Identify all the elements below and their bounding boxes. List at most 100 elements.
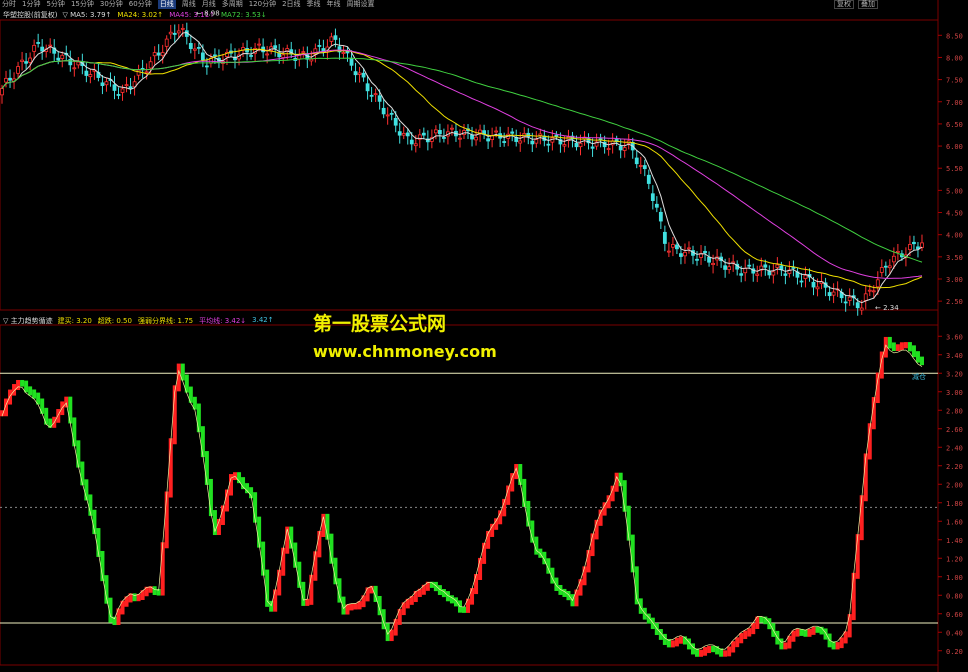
osc-bar [699, 649, 704, 657]
sub-tick-label: 2.00 [946, 481, 963, 489]
candle-body [723, 265, 728, 270]
osc-bar [273, 589, 278, 612]
osc-bar [574, 589, 579, 607]
osc-bar [449, 595, 454, 604]
osc-bar [839, 637, 844, 649]
candle-body [321, 48, 326, 52]
candle-body [775, 264, 780, 268]
candle-body [763, 264, 768, 268]
candle-body [646, 174, 651, 184]
osc-bar [413, 590, 418, 603]
candle-body [442, 137, 446, 139]
osc-bar [747, 628, 752, 637]
sub-tick-label: 1.80 [946, 500, 963, 508]
osc-bar [859, 495, 864, 541]
sub-tick-label: 3.00 [946, 389, 963, 397]
osc-bar [285, 526, 290, 554]
candle-body [60, 54, 65, 59]
osc-bar [847, 614, 852, 638]
candle-body [76, 61, 81, 66]
candle-body [24, 61, 29, 64]
osc-bar [803, 629, 808, 637]
watermark-title: 第一股票公式网 [313, 313, 447, 335]
osc-bar [566, 590, 571, 601]
chart-canvas[interactable]: 8.50 8.00 7.50 7.00 6.50 6.00 5.50 5.00 4.50 4.00… [0, 0, 968, 672]
candle-body [827, 292, 832, 297]
candle-body [0, 88, 4, 96]
sub-tick-label: 2.20 [946, 463, 963, 471]
candle-body [530, 140, 535, 145]
osc-bar [470, 588, 475, 605]
osc-bar [462, 606, 466, 613]
osc-bar [277, 569, 282, 596]
osc-bar [494, 518, 499, 530]
osc-bar [466, 598, 471, 613]
candle-body [196, 46, 201, 49]
candle-body [578, 142, 583, 148]
candle-body [727, 266, 732, 271]
osc-bar [305, 598, 310, 606]
candle-body [365, 83, 370, 92]
candle-body [867, 289, 872, 292]
osc-bar [731, 641, 736, 653]
candle-body [470, 134, 474, 140]
osc-bar [64, 396, 69, 408]
candle-body [84, 70, 89, 76]
osc-bar [196, 403, 201, 433]
sub-tick-label: 1.40 [946, 537, 963, 545]
price-tick-label: 6.50 [946, 121, 963, 129]
candle-body [546, 143, 551, 146]
osc-bar [421, 584, 426, 595]
candle-body [486, 138, 491, 142]
candle-body [281, 54, 286, 58]
candle-body [148, 61, 153, 69]
candle-body [345, 50, 350, 54]
candle-body [36, 42, 41, 44]
candle-body [373, 93, 378, 96]
osc-bar [554, 577, 559, 591]
candle-body [859, 307, 864, 311]
candle-body [875, 279, 880, 288]
osc-bar [735, 637, 740, 648]
osc-bar [723, 650, 728, 657]
osc-bar [433, 581, 438, 592]
candle-body [433, 129, 438, 134]
candle-body [317, 45, 322, 47]
osc-bar [811, 626, 816, 635]
candle-body [401, 133, 406, 136]
candle-body [152, 52, 157, 57]
candle-body [755, 273, 760, 276]
price-tick-label: 8.00 [946, 54, 963, 62]
candle-body [767, 271, 772, 276]
osc-bar [453, 597, 458, 607]
candle-body [562, 144, 567, 147]
osc-bar [650, 617, 655, 630]
candle-body [891, 255, 896, 263]
osc-bar [887, 336, 892, 349]
candle-body [156, 52, 161, 56]
candle-body [56, 57, 61, 61]
osc-bar [610, 485, 615, 502]
candle-body [265, 53, 270, 56]
candle-body [743, 267, 748, 274]
candle-body [811, 281, 816, 288]
candle-body [871, 290, 876, 293]
candle-body [4, 77, 8, 83]
high-label: ← 8.98 [196, 9, 220, 17]
osc-bar [116, 608, 121, 626]
osc-bar [903, 342, 908, 349]
osc-bar [674, 637, 679, 647]
candle-body [791, 267, 796, 269]
osc-bar [245, 483, 250, 494]
osc-bar [200, 426, 205, 458]
candle-body [863, 293, 868, 301]
osc-bar [269, 600, 274, 612]
price-tick-label: 8.50 [946, 32, 963, 40]
candle-body [385, 114, 390, 117]
candle-body [128, 86, 133, 89]
candle-body [104, 81, 109, 86]
osc-bar [56, 409, 61, 423]
osc-bar [20, 379, 25, 387]
candle-body [329, 36, 334, 42]
osc-bar [739, 633, 744, 644]
